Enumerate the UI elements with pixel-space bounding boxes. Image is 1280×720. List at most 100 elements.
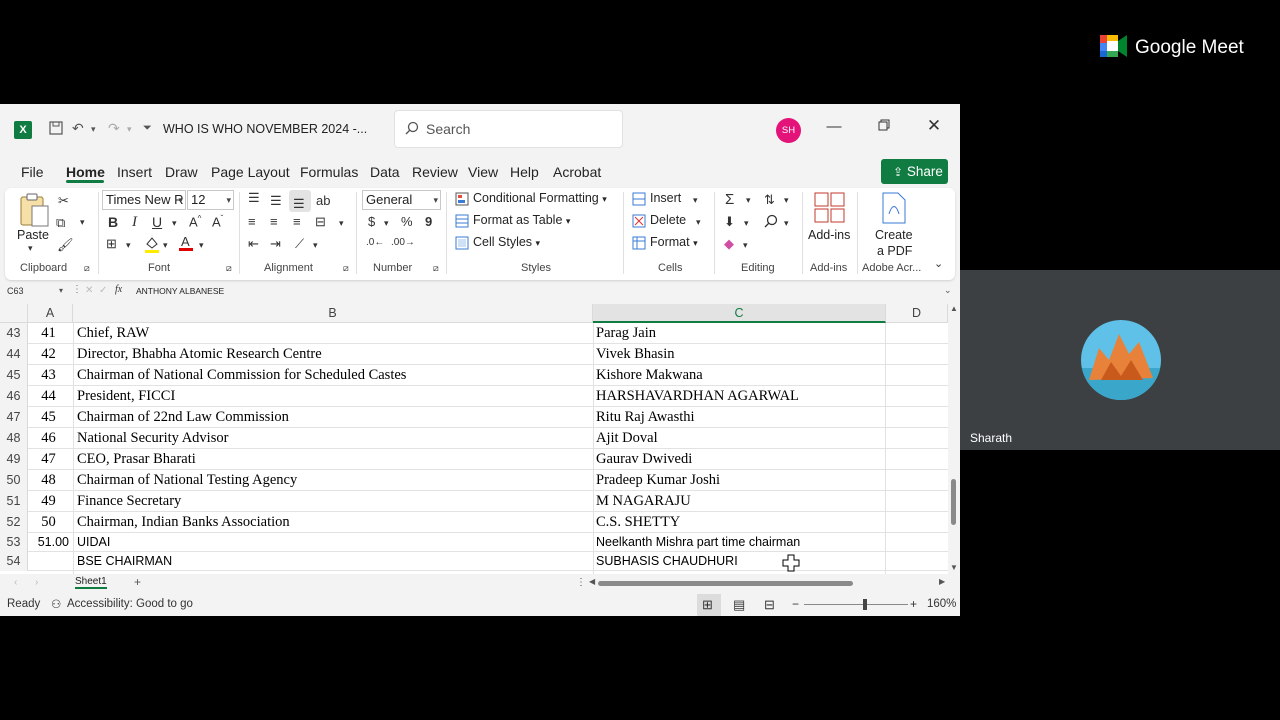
zoom-slider-track[interactable] [804,604,908,605]
fill-color-icon[interactable] [144,235,160,256]
formula-value[interactable]: ANTHONY ALBANESE [136,286,224,296]
font-color-icon[interactable]: A [178,234,194,255]
align-top-icon[interactable]: ☰ [248,190,260,206]
clipboard-launcher-icon[interactable]: ⧄ [84,263,90,274]
page-break-view-icon[interactable]: ⊟ [764,597,775,613]
row-number[interactable]: 50 [0,470,28,491]
add-ins-icon[interactable] [814,192,846,229]
cell-c[interactable]: Ajit Doval [596,428,882,449]
number-format-combo[interactable]: General ▾ [362,190,441,210]
cell-c[interactable]: Kishore Makwana [596,365,882,386]
cell-d[interactable] [886,533,948,552]
cell-d[interactable] [886,512,948,533]
zoom-out-icon[interactable]: − [792,597,799,611]
row-number[interactable]: 54 [0,552,28,571]
cell-d[interactable] [886,407,948,428]
cell-b[interactable]: President, FICCI [77,386,589,407]
borders-dropdown-icon[interactable]: ▾ [126,240,131,251]
cell-c[interactable]: HARSHAVARDHAN AGARWAL [596,386,882,407]
sort-filter-dropdown-icon[interactable]: ▾ [784,195,789,206]
formula-expand-icon[interactable]: ⌄ [944,285,952,296]
cell-c[interactable]: Gaurav Dwivedi [596,449,882,470]
clear-dropdown-icon[interactable]: ▾ [743,240,748,251]
create-pdf-label-1[interactable]: Create [875,228,913,242]
delete-cells-button[interactable]: Delete [650,213,686,227]
copy-dropdown-icon[interactable]: ▾ [80,217,85,228]
prev-sheet-icon[interactable]: ‹ [14,577,17,588]
insert-cells-button[interactable]: Insert [650,191,681,205]
vertical-scrollbar[interactable]: ▲ ▼ [948,304,960,574]
row-number[interactable]: 47 [0,407,28,428]
format-as-table-button[interactable]: Format as Table ▾ [473,213,570,227]
tab-file[interactable]: File [21,164,44,180]
cell-b[interactable]: Chief, RAW [77,323,589,344]
merge-center-icon[interactable]: ⊟ [315,214,326,230]
insert-function-icon[interactable]: fx [115,284,122,295]
vertical-scroll-thumb[interactable] [951,479,956,525]
row-number[interactable]: 48 [0,428,28,449]
delete-cells-dropdown-icon[interactable]: ▾ [696,217,701,228]
autosum-icon[interactable]: Σ [725,191,734,208]
align-right-icon[interactable]: ≡ [293,214,301,229]
select-all-corner[interactable] [0,304,28,323]
save-icon[interactable] [48,120,64,139]
fill-dropdown-icon[interactable]: ▾ [744,218,749,229]
cell-c[interactable]: Pradeep Kumar Joshi [596,470,882,491]
comma-style-icon[interactable]: 9 [425,214,432,229]
cancel-entry-icon[interactable]: ✕ [85,285,93,296]
cell-c[interactable]: Neelkanth Mishra part time chairman [596,533,882,552]
page-layout-view-icon[interactable]: ▤ [733,597,745,613]
name-box[interactable]: C63 [7,286,24,296]
customize-toolbar-icon[interactable]: ⏷ [143,122,152,135]
cell-d[interactable] [886,470,948,491]
user-avatar[interactable]: SH [776,118,801,143]
row-number[interactable]: 43 [0,323,28,344]
cell-a[interactable]: 50 [28,512,73,533]
decrease-decimal-icon[interactable]: .00→ [391,237,415,248]
cell-a[interactable]: 47 [28,449,73,470]
cell-c[interactable]: Vivek Bhasin [596,344,882,365]
row-number[interactable]: 51 [0,491,28,512]
paste-dropdown-icon[interactable]: ▾ [28,243,33,254]
column-header-d[interactable]: D [886,304,948,323]
cell-a[interactable]: 42 [28,344,73,365]
align-middle-icon[interactable]: ☰ [270,193,282,209]
merge-dropdown-icon[interactable]: ▾ [339,218,344,229]
tab-page-layout[interactable]: Page Layout [211,164,290,180]
cell-c[interactable]: Parag Jain [596,323,882,344]
cell-d[interactable] [886,344,948,365]
cell-a[interactable]: 41 [28,323,73,344]
cell-a[interactable]: 44 [28,386,73,407]
tab-review[interactable]: Review [412,164,458,180]
redo-icon[interactable]: ↷ [108,120,120,137]
tab-home[interactable]: Home [66,164,105,180]
confirm-entry-icon[interactable]: ✓ [99,285,107,296]
borders-icon[interactable]: ⊞ [106,236,117,252]
tabs-splitter-icon[interactable]: ⋮ [576,577,586,588]
italic-icon[interactable]: I [132,214,137,231]
column-header-a[interactable]: A [28,304,73,323]
increase-indent-icon[interactable]: ⇥ [270,236,281,252]
clear-icon[interactable]: ◆ [724,236,734,252]
cell-b[interactable]: Director, Bhabha Atomic Research Centre [77,344,589,365]
cell-c[interactable]: SUBHASIS CHAUDHURI [596,552,882,571]
cell-b[interactable]: Chairman, Indian Banks Association [77,512,589,533]
copy-icon[interactable]: ⧉ [56,215,65,231]
zoom-slider-thumb[interactable] [863,599,867,610]
wrap-text-icon[interactable]: ab [316,193,330,208]
cell-b[interactable]: Chairman of National Commission for Sche… [77,365,589,386]
format-painter-icon[interactable]: 🖌 [57,237,74,253]
cell-d[interactable] [886,428,948,449]
cell-b[interactable]: Finance Secretary [77,491,589,512]
scroll-up-icon[interactable]: ▲ [950,304,958,313]
row-number[interactable]: 45 [0,365,28,386]
row-number[interactable]: 53 [0,533,28,552]
cell-d[interactable] [886,491,948,512]
cell-a[interactable]: 45 [28,407,73,428]
close-icon[interactable]: ✕ [922,116,946,136]
sheet-tab-sheet1[interactable]: Sheet1 [75,576,107,589]
tab-data[interactable]: Data [370,164,400,180]
restore-icon[interactable] [872,118,896,135]
decrease-font-icon[interactable]: Aˇ [212,214,223,229]
row-number[interactable]: 44 [0,344,28,365]
